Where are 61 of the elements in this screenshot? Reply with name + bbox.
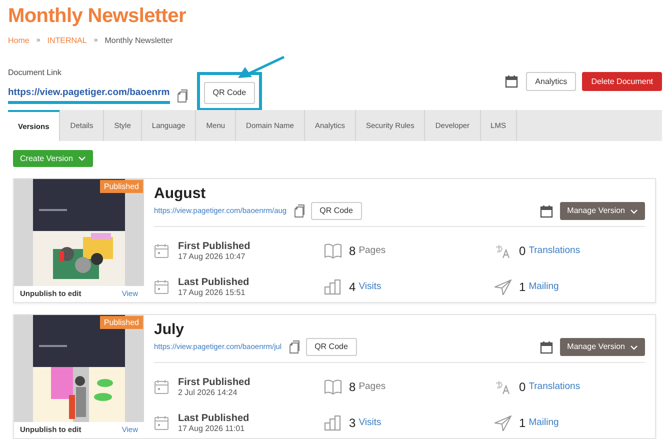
stat-link[interactable]: Translations — [528, 244, 580, 258]
document-link[interactable]: https://view.pagetiger.com/baoenrm — [8, 87, 170, 104]
stat-link[interactable]: Visits — [358, 416, 382, 430]
create-version-button[interactable]: Create Version — [13, 150, 93, 167]
date-value: 17 Aug 2026 11:01 — [178, 424, 246, 434]
analytics-button[interactable]: Analytics — [526, 72, 576, 91]
stat-count: 8 — [349, 243, 356, 260]
date-label: Last Published — [178, 412, 250, 424]
qr-code-button[interactable]: QR Code — [306, 338, 357, 356]
stat-link[interactable]: Visits — [358, 280, 382, 294]
date-value: 17 Aug 2026 15:51 — [178, 288, 246, 298]
visits-icon — [324, 279, 342, 295]
qr-code-button[interactable]: QR Code — [310, 202, 362, 220]
chevron-icon — [630, 344, 638, 350]
breadcrumb-current: Monthly Newsletter — [104, 36, 173, 46]
pages-icon — [324, 379, 342, 395]
calendar-icon — [154, 243, 169, 259]
calendar-icon — [540, 340, 554, 354]
manage-version-button[interactable]: Manage Version — [560, 202, 645, 220]
chevron-icon — [78, 156, 86, 161]
page-title: Monthly Newsletter — [8, 4, 187, 28]
pages-icon — [324, 243, 342, 259]
stat-link[interactable]: Translations — [528, 380, 580, 394]
document-link-label: Document Link — [8, 68, 62, 78]
calendar-icon — [505, 75, 518, 88]
stat-count: 4 — [349, 279, 356, 296]
calendar-icon — [540, 204, 554, 218]
translations-icon — [494, 243, 512, 259]
chevron-icon — [630, 208, 638, 214]
stat-count: 0 — [519, 243, 526, 260]
stat-count: 1 — [519, 415, 526, 432]
qr-code-button[interactable]: QR Code — [204, 82, 256, 104]
stat-link[interactable]: Mailing — [528, 416, 559, 430]
visits-icon — [324, 415, 342, 431]
stat-link[interactable]: Mailing — [528, 280, 559, 294]
stat-count: 1 — [519, 279, 526, 296]
manage-version-button[interactable]: Manage Version — [560, 338, 645, 356]
date-value: 2 Jul 2026 14:24 — [178, 388, 238, 398]
stat-count: 8 — [349, 379, 356, 396]
stat-count: 0 — [519, 379, 526, 396]
version-title: August — [154, 185, 207, 203]
date-value: 17 Aug 2026 10:47 — [178, 252, 246, 262]
version-title: July — [154, 321, 186, 339]
date-label: Last Published — [178, 276, 250, 288]
calendar-icon — [154, 415, 169, 431]
date-label: First Published — [178, 240, 250, 252]
mailing-icon — [494, 415, 512, 431]
status-badge: Published — [100, 180, 143, 193]
stat-label: Pages — [358, 244, 386, 258]
stat-count: 3 — [349, 415, 356, 432]
calendar-icon — [154, 279, 169, 295]
copy-icon — [176, 88, 188, 102]
delete-button[interactable]: Delete Document — [582, 72, 662, 91]
translations-icon — [494, 379, 512, 395]
copy-icon — [292, 204, 305, 218]
date-label: First Published — [178, 376, 250, 388]
status-badge: Published — [100, 316, 143, 329]
copy-icon — [288, 340, 300, 354]
calendar-icon — [154, 379, 169, 395]
mailing-icon — [494, 279, 512, 295]
stat-label: Pages — [358, 380, 386, 394]
